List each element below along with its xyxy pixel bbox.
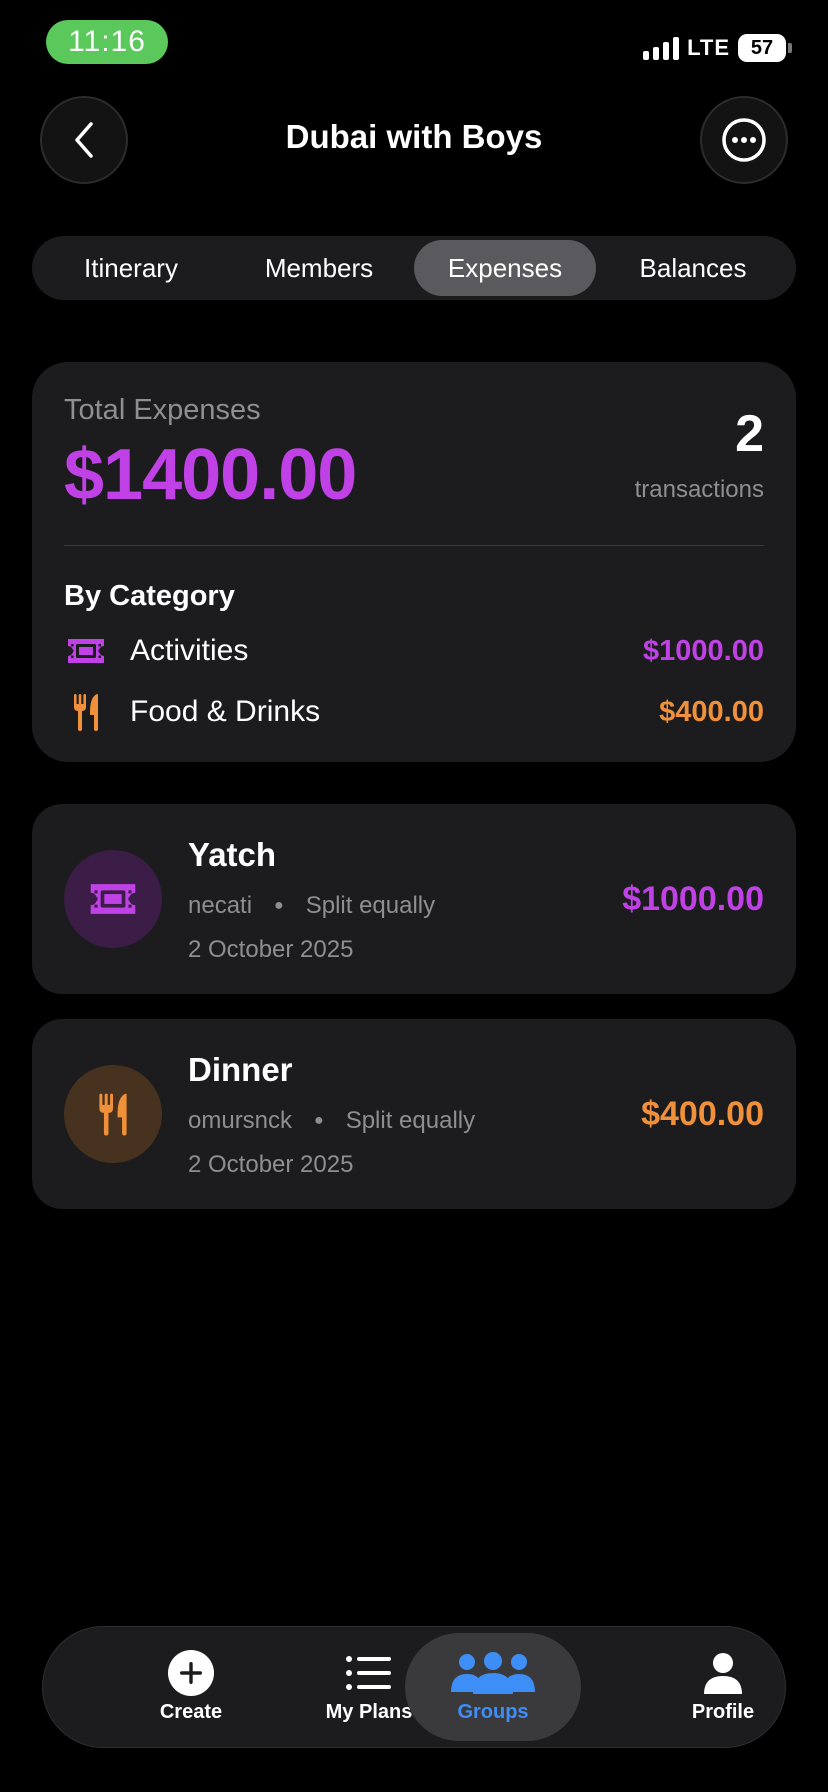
category-name: Activities bbox=[130, 634, 249, 667]
category-row-activities: Activities $1000.00 bbox=[64, 627, 764, 675]
nav-profile[interactable]: Profile bbox=[635, 1633, 811, 1741]
nav-label: Groups bbox=[457, 1700, 529, 1723]
expense-title: Yatch bbox=[188, 836, 277, 873]
tab-expenses[interactable]: Expenses bbox=[414, 240, 596, 296]
battery-icon: 57 bbox=[738, 34, 786, 62]
total-expenses-label: Total Expenses bbox=[64, 394, 261, 426]
expense-icon-badge bbox=[64, 850, 162, 948]
category-amount: $400.00 bbox=[659, 695, 764, 728]
expense-split: Split equally bbox=[305, 892, 436, 919]
transaction-count: 2 bbox=[735, 405, 764, 463]
ticket-icon bbox=[64, 629, 108, 673]
battery-tip bbox=[788, 43, 792, 53]
total-expenses-amount: $1400.00 bbox=[64, 435, 357, 515]
expense-icon-badge bbox=[64, 1065, 162, 1163]
expense-date: 2 October 2025 bbox=[188, 936, 354, 963]
signal-icon bbox=[643, 36, 680, 60]
expense-item[interactable]: Dinner omursnck ● Split equally 2 Octobe… bbox=[32, 1019, 796, 1209]
person-icon bbox=[702, 1651, 744, 1695]
people-icon bbox=[449, 1651, 537, 1695]
nav-label: My Plans bbox=[325, 1700, 413, 1723]
category-amount: $1000.00 bbox=[643, 634, 764, 667]
separator-dot: ● bbox=[314, 1112, 324, 1129]
expense-amount: $1000.00 bbox=[622, 880, 764, 918]
divider bbox=[64, 545, 764, 546]
status-indicators: LTE 57 bbox=[643, 34, 792, 62]
transaction-label: transactions bbox=[634, 476, 764, 503]
segmented-tabs: Itinerary Members Expenses Balances bbox=[32, 236, 796, 300]
expense-date: 2 October 2025 bbox=[188, 1151, 354, 1178]
nav-label: Create bbox=[159, 1700, 223, 1723]
bottom-tab-bar: Create My Plans Groups Profile bbox=[42, 1626, 786, 1748]
tab-balances[interactable]: Balances bbox=[596, 240, 790, 296]
battery-level: 57 bbox=[750, 36, 774, 59]
tab-itinerary[interactable]: Itinerary bbox=[38, 240, 224, 296]
expense-amount: $400.00 bbox=[641, 1095, 764, 1133]
nav-create[interactable]: Create bbox=[103, 1633, 279, 1741]
by-category-title: By Category bbox=[64, 580, 235, 612]
status-time: 11:16 bbox=[46, 20, 168, 64]
expense-summary-card: Total Expenses $1400.00 2 transactions B… bbox=[32, 362, 796, 762]
category-name: Food & Drinks bbox=[130, 695, 321, 728]
tab-members[interactable]: Members bbox=[224, 240, 414, 296]
expense-title: Dinner bbox=[188, 1051, 293, 1088]
expense-payer: necati bbox=[188, 892, 253, 919]
separator-dot: ● bbox=[274, 897, 284, 914]
ellipsis-circle-icon bbox=[722, 118, 766, 162]
expense-payer: omursnck bbox=[188, 1107, 293, 1134]
expense-item[interactable]: Yatch necati ● Split equally 2 October 2… bbox=[32, 804, 796, 994]
fork-knife-icon bbox=[99, 1093, 127, 1136]
expense-meta: necati ● Split equally bbox=[188, 892, 435, 920]
more-options-button[interactable] bbox=[700, 96, 788, 184]
category-row-food-drinks: Food & Drinks $400.00 bbox=[64, 688, 764, 736]
status-bar: 11:16 LTE 57 bbox=[0, 0, 828, 90]
network-type: LTE bbox=[687, 35, 730, 60]
nav-label: Profile bbox=[691, 1700, 755, 1723]
list-icon bbox=[345, 1651, 393, 1695]
plus-circle-icon bbox=[167, 1649, 215, 1696]
ticket-icon bbox=[90, 884, 136, 914]
expense-meta: omursnck ● Split equally bbox=[188, 1107, 475, 1135]
expense-split: Split equally bbox=[345, 1107, 476, 1134]
fork-knife-icon bbox=[64, 690, 108, 734]
nav-groups[interactable]: Groups bbox=[405, 1633, 581, 1741]
